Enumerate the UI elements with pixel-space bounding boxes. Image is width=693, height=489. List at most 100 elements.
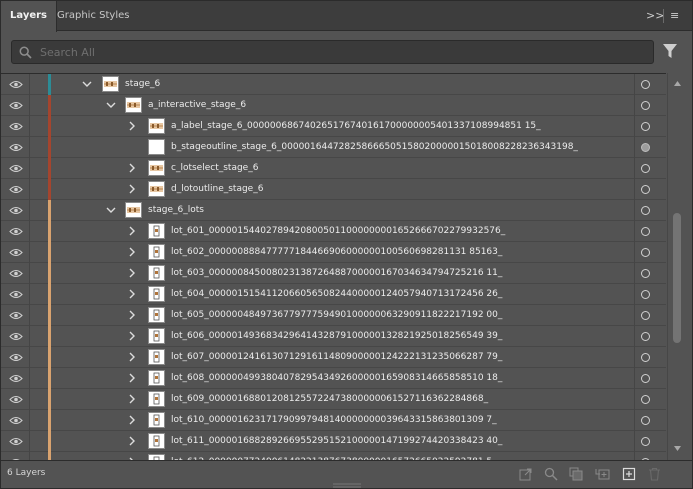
chevron-right-icon[interactable] bbox=[126, 329, 138, 343]
eye-icon[interactable] bbox=[9, 80, 23, 89]
new-layer-icon[interactable] bbox=[622, 467, 636, 481]
eye-icon[interactable] bbox=[9, 290, 23, 299]
scroll-up-icon[interactable] bbox=[674, 81, 681, 86]
layer-name[interactable]: lot_611_00000168828926695529515210000014… bbox=[171, 434, 502, 448]
scroll-down-icon[interactable] bbox=[674, 446, 681, 451]
layer-name[interactable]: lot_609_00000168801208125572247380000006… bbox=[171, 392, 488, 406]
eye-icon[interactable] bbox=[9, 353, 23, 362]
panel-menu-icon[interactable]: ≡ bbox=[670, 9, 679, 23]
lock-toggle[interactable] bbox=[31, 326, 45, 347]
target-circle-icon[interactable] bbox=[641, 269, 650, 278]
target-circle-icon[interactable] bbox=[641, 101, 650, 110]
layer-name[interactable]: d_lotoutline_stage_6 bbox=[171, 182, 263, 196]
layer-row[interactable]: b_stageoutline_stage_6_00000164472825866… bbox=[1, 137, 666, 158]
target-circle-icon[interactable] bbox=[641, 164, 650, 173]
lock-toggle[interactable] bbox=[31, 284, 45, 305]
target-circle-icon[interactable] bbox=[641, 437, 650, 446]
layer-row[interactable]: lot_604_00000151541120660565082440000012… bbox=[1, 284, 666, 305]
chevron-right-icon[interactable] bbox=[126, 287, 138, 301]
layer-name[interactable]: lot_604_00000151541120660565082440000012… bbox=[171, 287, 502, 301]
chevron-right-icon[interactable] bbox=[126, 161, 138, 175]
scrollbar-thumb[interactable] bbox=[673, 213, 681, 343]
target-circle-icon[interactable] bbox=[641, 80, 650, 89]
target-circle-icon[interactable] bbox=[641, 311, 650, 320]
layer-name[interactable]: lot_606_00000149368342964143287910000013… bbox=[171, 329, 502, 343]
target-circle-icon[interactable] bbox=[641, 227, 650, 236]
eye-icon[interactable] bbox=[9, 311, 23, 320]
export-icon[interactable] bbox=[519, 467, 533, 481]
chevron-right-icon[interactable] bbox=[126, 434, 138, 448]
chevron-down-icon[interactable] bbox=[105, 203, 117, 217]
target-circle-icon[interactable] bbox=[641, 395, 650, 404]
layer-row[interactable]: lot_610_00000162317179099794814000000003… bbox=[1, 410, 666, 431]
layer-name[interactable]: c_lotselect_stage_6 bbox=[171, 161, 258, 175]
new-sublayer-icon[interactable] bbox=[595, 467, 611, 481]
chevron-right-icon[interactable] bbox=[126, 119, 138, 133]
chevron-right-icon[interactable] bbox=[126, 224, 138, 238]
lock-toggle[interactable] bbox=[31, 137, 45, 158]
delete-layer-icon[interactable] bbox=[648, 467, 661, 481]
layer-row[interactable]: lot_607_00000124161307129161148090000012… bbox=[1, 347, 666, 368]
lock-toggle[interactable] bbox=[31, 305, 45, 326]
layer-name[interactable]: stage_6_lots bbox=[148, 203, 204, 217]
layer-row[interactable]: a_label_stage_6_000000686740265176740161… bbox=[1, 116, 666, 137]
lock-toggle[interactable] bbox=[31, 347, 45, 368]
target-circle-icon[interactable] bbox=[641, 332, 650, 341]
layer-row[interactable]: lot_612_00000077249061482213876738000001… bbox=[1, 452, 666, 460]
chevron-right-icon[interactable] bbox=[126, 266, 138, 280]
tab-graphic-styles[interactable]: Graphic Styles bbox=[48, 1, 138, 31]
eye-icon[interactable] bbox=[9, 416, 23, 425]
eye-icon[interactable] bbox=[9, 269, 23, 278]
locate-object-icon[interactable] bbox=[544, 467, 558, 481]
target-circle-icon[interactable] bbox=[641, 290, 650, 299]
layer-name[interactable]: lot_610_00000162317179099794814000000003… bbox=[171, 413, 497, 427]
layer-name[interactable]: lot_607_00000124161307129161148090000012… bbox=[171, 350, 502, 364]
lock-toggle[interactable] bbox=[31, 179, 45, 200]
target-circle-icon[interactable] bbox=[641, 374, 650, 383]
eye-icon[interactable] bbox=[9, 122, 23, 131]
resize-grip-icon[interactable] bbox=[333, 483, 361, 488]
chevron-right-icon[interactable] bbox=[126, 392, 138, 406]
chevron-right-icon[interactable] bbox=[126, 413, 138, 427]
layer-row[interactable]: lot_609_00000168801208125572247380000006… bbox=[1, 389, 666, 410]
target-circle-icon[interactable] bbox=[641, 416, 650, 425]
eye-icon[interactable] bbox=[9, 164, 23, 173]
eye-icon[interactable] bbox=[9, 332, 23, 341]
lock-toggle[interactable] bbox=[31, 410, 45, 431]
lock-toggle[interactable] bbox=[31, 242, 45, 263]
chevron-right-icon[interactable] bbox=[126, 371, 138, 385]
lock-toggle[interactable] bbox=[31, 200, 45, 221]
lock-toggle[interactable] bbox=[31, 221, 45, 242]
layer-row[interactable]: lot_602_00000088847777718446690600000010… bbox=[1, 242, 666, 263]
layer-name[interactable]: a_label_stage_6_000000686740265176740161… bbox=[171, 119, 541, 133]
target-circle-icon[interactable] bbox=[641, 185, 650, 194]
eye-icon[interactable] bbox=[9, 437, 23, 446]
lock-toggle[interactable] bbox=[31, 452, 45, 460]
layer-row[interactable]: a_interactive_stage_6 bbox=[1, 95, 666, 116]
eye-icon[interactable] bbox=[9, 227, 23, 236]
layer-row[interactable]: lot_603_00000084500802313872648870000016… bbox=[1, 263, 666, 284]
layer-name[interactable]: b_stageoutline_stage_6_00000164472825866… bbox=[171, 140, 578, 154]
chevron-right-icon[interactable] bbox=[126, 350, 138, 364]
lock-toggle[interactable] bbox=[31, 431, 45, 452]
filter-icon[interactable] bbox=[662, 43, 678, 59]
clipping-mask-icon[interactable] bbox=[569, 467, 583, 481]
layer-row[interactable]: lot_601_00000154402789420800501100000000… bbox=[1, 221, 666, 242]
layer-name[interactable]: lot_601_00000154402789420800501100000000… bbox=[171, 224, 505, 238]
lock-toggle[interactable] bbox=[31, 158, 45, 179]
chevron-right-icon[interactable] bbox=[126, 245, 138, 259]
layer-row[interactable]: d_lotoutline_stage_6 bbox=[1, 179, 666, 200]
eye-icon[interactable] bbox=[9, 101, 23, 110]
target-circle-icon[interactable] bbox=[641, 206, 650, 215]
target-circle-icon[interactable] bbox=[641, 248, 650, 257]
eye-icon[interactable] bbox=[9, 374, 23, 383]
eye-icon[interactable] bbox=[9, 185, 23, 194]
eye-icon[interactable] bbox=[9, 248, 23, 257]
lock-toggle[interactable] bbox=[31, 116, 45, 137]
layer-row[interactable]: lot_608_00000049938040782954349260000016… bbox=[1, 368, 666, 389]
layer-row[interactable]: stage_6_lots bbox=[1, 200, 666, 221]
eye-icon[interactable] bbox=[9, 143, 23, 152]
layer-row[interactable]: lot_606_00000149368342964143287910000013… bbox=[1, 326, 666, 347]
layer-name[interactable]: lot_603_00000084500802313872648870000016… bbox=[171, 266, 502, 280]
search-box[interactable] bbox=[11, 40, 654, 64]
